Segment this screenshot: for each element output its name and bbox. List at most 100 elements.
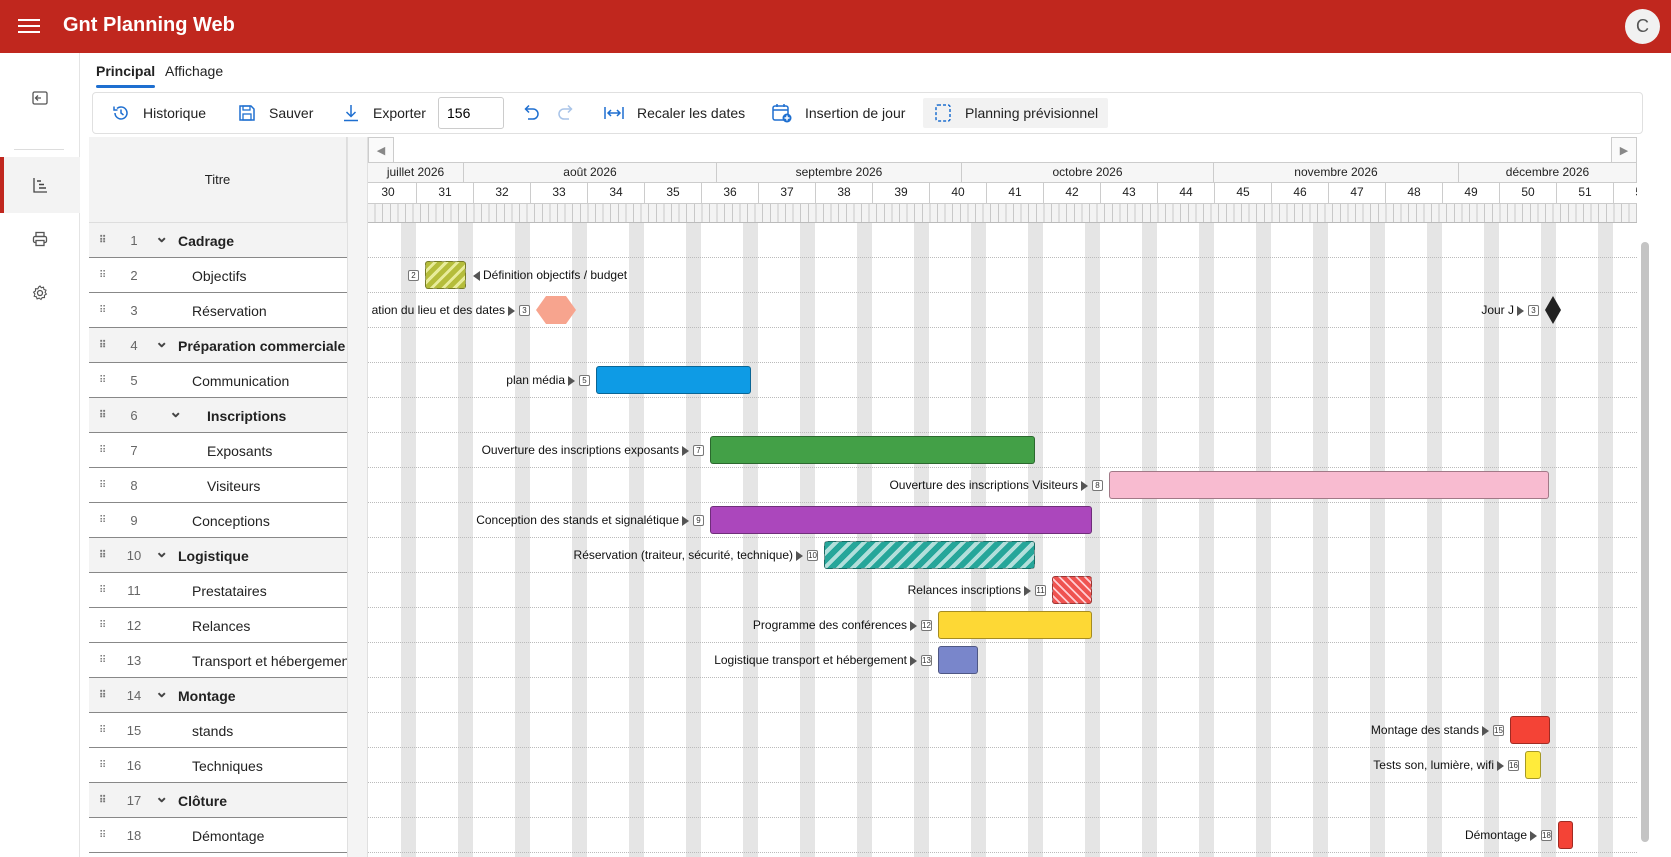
weekend-band	[572, 223, 587, 857]
task-bar[interactable]	[425, 261, 466, 289]
grid-row[interactable]: ⠿ 14 ⌄ Montage	[89, 678, 347, 713]
task-label: Relances inscriptions	[908, 583, 1031, 597]
task-label-text: Jour J	[1481, 303, 1514, 317]
row-title: Démontage	[192, 828, 265, 844]
grid-row[interactable]: ⠿ 5 Communication	[89, 363, 347, 398]
row-divider	[368, 502, 1637, 503]
redo-button[interactable]	[555, 98, 589, 128]
row-title: Transport et hébergement	[192, 653, 354, 669]
sauver-button[interactable]: Sauver	[237, 98, 313, 128]
vertical-scrollbar[interactable]	[1640, 227, 1650, 857]
row-title: Conceptions	[192, 513, 270, 529]
historique-button[interactable]: Historique	[111, 98, 206, 128]
task-label-text: ation du lieu et des dates	[371, 303, 505, 317]
collapse-panel-button[interactable]	[0, 70, 80, 126]
settings-button[interactable]	[0, 265, 80, 321]
task-bar[interactable]	[710, 436, 1035, 464]
grid-row[interactable]: ⠿ 12 Relances	[89, 608, 347, 643]
grid-row[interactable]: ⠿ 1 ⌄ Cadrage	[89, 223, 347, 258]
row-divider	[368, 747, 1637, 748]
task-label-text: Démontage	[1464, 828, 1527, 842]
arrow-right-icon	[1530, 830, 1537, 841]
zoom-input[interactable]	[438, 97, 504, 129]
week-label: 40	[930, 183, 987, 203]
weekend-band	[743, 223, 758, 857]
grid-row[interactable]: ⠿ 15 stands	[89, 713, 347, 748]
grid-row[interactable]: ⠿ 11 Prestataires	[89, 573, 347, 608]
grid-row[interactable]: ⠿ 3 Réservation	[89, 293, 347, 328]
task-bar[interactable]	[1558, 821, 1573, 849]
week-label: 33	[531, 183, 588, 203]
print-button[interactable]	[0, 211, 80, 267]
task-bar[interactable]	[1525, 751, 1541, 779]
grid-row[interactable]: ⠿ 4 ⌄ Préparation commerciale	[89, 328, 347, 363]
user-avatar[interactable]: C	[1625, 9, 1660, 44]
weekend-band	[1313, 223, 1328, 857]
task-bar[interactable]	[1510, 716, 1550, 744]
planning-previsionnel-button[interactable]: Planning prévisionnel	[923, 98, 1109, 128]
historique-label: Historique	[143, 105, 207, 121]
chevron-down-icon[interactable]: ⌄	[155, 332, 168, 352]
insertion-jour-button[interactable]: Insertion de jour	[771, 98, 905, 128]
tab-principal[interactable]: Principal	[96, 63, 156, 88]
task-grid: Titre ⠿ 1 ⌄ Cadrage ⠿ 2 Objectifs ⠿ 3 Réservation…	[89, 137, 353, 857]
chevron-down-icon[interactable]: ⌄	[155, 682, 168, 702]
arrow-right-icon	[1081, 480, 1088, 491]
scroll-right-icon[interactable]: ▶	[1611, 137, 1637, 163]
month-label: décembre 2026	[1459, 163, 1637, 183]
week-label: 45	[1215, 183, 1272, 203]
hamburger-menu-icon[interactable]	[18, 16, 40, 36]
grid-row[interactable]: ⠿ 16 Techniques	[89, 748, 347, 783]
gantt-view-button[interactable]	[0, 157, 80, 213]
task-bar[interactable]	[596, 366, 751, 394]
scrollbar-thumb[interactable]	[1641, 242, 1649, 842]
task-bar[interactable]	[1109, 471, 1549, 499]
grid-row[interactable]: ⠿ 8 Visiteurs	[89, 468, 347, 503]
chevron-down-icon[interactable]: ⌄	[155, 787, 168, 807]
row-title: Préparation commerciale	[178, 338, 346, 354]
exporter-button[interactable]: Exporter	[341, 98, 426, 128]
day-header	[368, 203, 1637, 223]
grid-header-titre[interactable]: Titre	[89, 137, 347, 223]
grid-row[interactable]: ⠿ 6 ⌄ Inscriptions	[89, 398, 347, 433]
month-label: août 2026	[464, 163, 717, 183]
timeline-scrollbar[interactable]: ◀ ▶	[368, 137, 1637, 163]
scroll-left-icon[interactable]: ◀	[368, 137, 394, 163]
task-bar[interactable]	[938, 646, 978, 674]
grid-row[interactable]: ⠿ 17 ⌄ Clôture	[89, 783, 347, 818]
row-divider	[368, 397, 1637, 398]
arrow-right-icon	[1517, 305, 1524, 316]
task-bar[interactable]	[1052, 576, 1092, 604]
undo-button[interactable]	[520, 98, 554, 128]
task-bar[interactable]	[710, 506, 1092, 534]
chevron-down-icon[interactable]: ⌄	[169, 402, 182, 422]
week-label: 42	[1044, 183, 1101, 203]
grid-row[interactable]: ⠿ 10 ⌄ Logistique	[89, 538, 347, 573]
grid-row[interactable]: ⠿ 7 Exposants	[89, 433, 347, 468]
chevron-down-icon[interactable]: ⌄	[155, 227, 168, 247]
tab-affichage[interactable]: Affichage	[165, 63, 223, 88]
row-divider	[368, 537, 1637, 538]
task-bar[interactable]	[824, 541, 1035, 569]
task-label: Logistique transport et hébergement	[714, 653, 917, 667]
task-bar[interactable]	[938, 611, 1092, 639]
sauver-label: Sauver	[269, 105, 314, 121]
arrow-right-icon	[568, 375, 575, 386]
task-milestone-hexagon[interactable]	[536, 296, 576, 324]
grid-row[interactable]: ⠿ 13 Transport et hébergement	[89, 643, 353, 678]
recaler-dates-button[interactable]: Recaler les dates	[603, 98, 745, 128]
chevron-down-icon[interactable]: ⌄	[155, 542, 168, 562]
weekend-band	[515, 223, 530, 857]
grid-row[interactable]: ⠿ 18 Démontage	[89, 818, 347, 853]
grid-row[interactable]: ⠿ 2 Objectifs	[89, 258, 347, 293]
row-number: 16	[126, 758, 142, 773]
grid-row[interactable]: ⠿ 9 Conceptions	[89, 503, 347, 538]
redo-icon	[558, 104, 573, 120]
panel-splitter[interactable]	[347, 137, 368, 857]
task-label-text: Ouverture des inscriptions exposants	[481, 443, 679, 457]
task-label-text: Montage des stands	[1370, 723, 1479, 737]
task-number-badge: 12	[921, 620, 932, 631]
task-label-text: Programme des conférences	[752, 618, 907, 632]
task-label-text: Conception des stands et signalétique	[476, 513, 679, 527]
week-label: 35	[645, 183, 702, 203]
